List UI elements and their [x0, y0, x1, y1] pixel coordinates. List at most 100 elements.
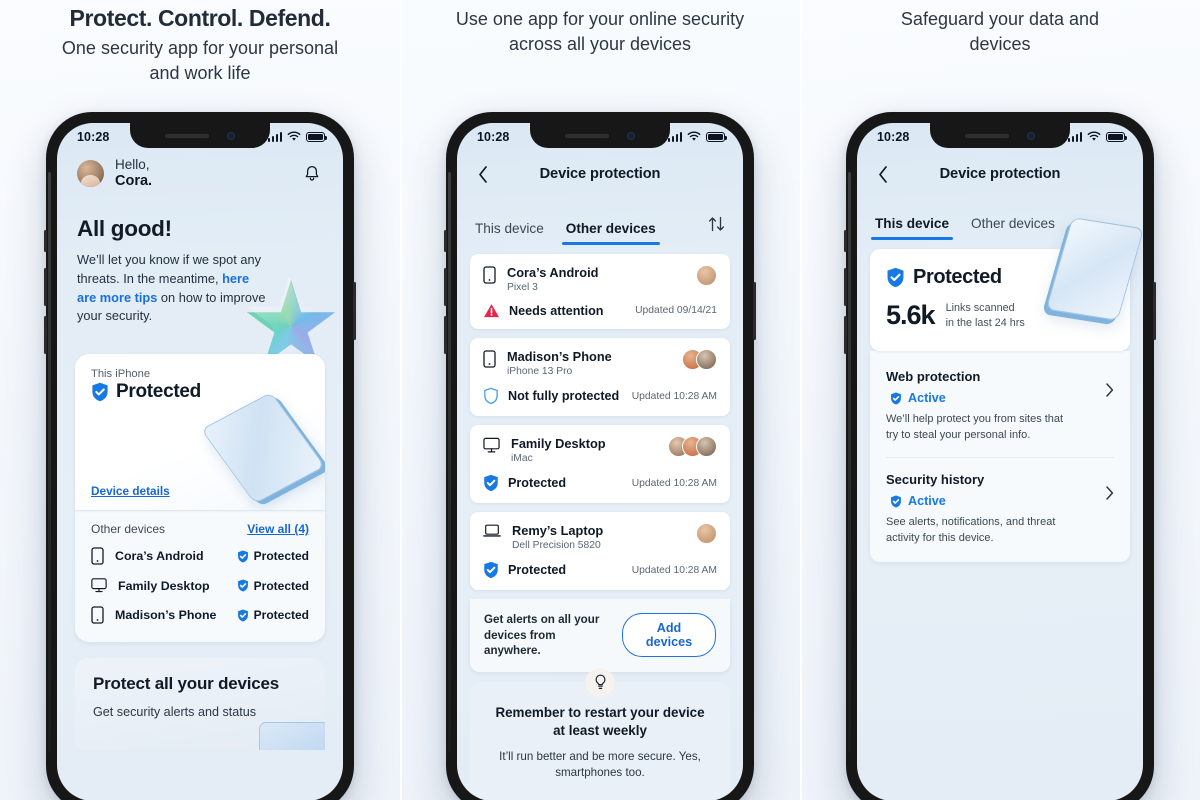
back-button[interactable] — [873, 164, 893, 184]
volume-down-button[interactable] — [844, 316, 847, 354]
phone-3-frame: 10:28 Device protection This device Othe… — [844, 112, 1156, 800]
tip-title: Remember to restart your device at least… — [495, 705, 705, 739]
chevron-right-icon — [1106, 486, 1114, 500]
shield-check-icon — [887, 267, 904, 288]
promo-title: Protect all your devices — [93, 674, 280, 694]
notification-bell-button[interactable] — [301, 162, 323, 186]
list-item[interactable]: Cora’s Android Protected — [91, 541, 309, 571]
desktop-icon — [91, 578, 107, 593]
phone-1: 10:28 Hello, Cora. All good! We’ll let y… — [44, 112, 356, 800]
bell-icon — [305, 165, 319, 181]
avatar — [696, 436, 717, 457]
status-bar-icons — [267, 131, 328, 142]
status-badge: Protected — [237, 549, 309, 563]
panel-1: Protect. Control. Defend. One security a… — [0, 0, 400, 800]
phone-illustration — [1045, 217, 1143, 321]
tab-other-devices[interactable]: Other devices — [561, 221, 660, 245]
status-badge-label: Protected — [253, 549, 309, 564]
device-details-link[interactable]: Device details — [91, 484, 170, 498]
section-chevron[interactable] — [1106, 383, 1114, 402]
panel-2-subheading: Use one app for your online security acr… — [455, 9, 745, 55]
nav-bar: Device protection — [857, 148, 1143, 184]
silent-switch[interactable] — [44, 230, 47, 252]
section-web-protection[interactable]: Web protection Active We’ll help protect… — [886, 355, 1114, 443]
device-model: iPhone 13 Pro — [507, 366, 573, 377]
cellular-signal-icon — [267, 131, 282, 142]
status-badge-label: Protected — [253, 608, 309, 623]
volume-up-button[interactable] — [444, 268, 447, 306]
avatar-group — [696, 265, 717, 286]
section-state-label: Active — [908, 391, 946, 405]
page-title: Device protection — [539, 166, 661, 182]
add-devices-card: Get alerts on all your devices from anyw… — [470, 599, 730, 672]
view-all-link[interactable]: View all (4) — [247, 522, 309, 536]
wifi-icon — [287, 131, 301, 141]
promo-card[interactable]: Protect all your devices Get security al… — [75, 658, 325, 751]
volume-down-button[interactable] — [444, 316, 447, 354]
tab-this-device[interactable]: This device — [475, 221, 544, 245]
section-description: See alerts, notifications, and threat ac… — [886, 516, 1056, 544]
tab-this-device[interactable]: This device — [870, 216, 954, 240]
volume-down-button[interactable] — [44, 316, 47, 354]
table-row[interactable]: Madison’s Phone iPhone 13 Pro Not fully … — [470, 338, 730, 416]
phone-icon — [483, 350, 496, 368]
silent-switch[interactable] — [844, 230, 847, 252]
panel-1-subheading: One security app for your personal and w… — [61, 37, 339, 83]
avatar-group — [668, 436, 717, 457]
list-item[interactable]: Family Desktop Protected — [91, 571, 309, 600]
chevron-left-icon — [479, 165, 487, 183]
panel-3: Safeguard your data and devices 10:28 De… — [800, 0, 1200, 800]
volume-up-button[interactable] — [844, 268, 847, 306]
lightbulb-icon — [595, 674, 605, 690]
status-bar-icons — [1067, 131, 1128, 142]
power-button[interactable] — [353, 282, 356, 340]
silent-switch[interactable] — [444, 230, 447, 252]
panel-3-header: Safeguard your data and devices — [800, 0, 1200, 57]
battery-icon — [706, 131, 728, 142]
this-device-status: Protected — [116, 381, 201, 403]
back-button[interactable] — [473, 164, 493, 184]
volume-up-button[interactable] — [44, 268, 47, 306]
avatar[interactable] — [77, 160, 104, 188]
device-row-text: Remy’s Laptop Dell Precision 5820 — [512, 523, 603, 551]
device-model: iMac — [511, 453, 533, 464]
this-device-card[interactable]: This iPhone Protected Device details — [75, 354, 325, 511]
phone-3-screen: 10:28 Device protection This device Othe… — [857, 123, 1143, 800]
shield-check-icon — [484, 561, 498, 579]
section-chevron[interactable] — [1106, 486, 1114, 505]
alert-triangle-icon — [484, 304, 499, 318]
status-bar-time: 10:28 — [77, 129, 110, 144]
table-row[interactable]: Family Desktop iMac Protected Updated 10… — [470, 425, 730, 503]
cellular-signal-icon — [667, 131, 682, 142]
add-devices-button[interactable]: Add devices — [622, 613, 716, 658]
list-item[interactable]: Madison’s Phone Protected — [91, 600, 309, 630]
power-button[interactable] — [753, 282, 756, 340]
status-badge-label: Needs attention — [509, 303, 604, 318]
phone-2-frame: 10:28 Device protection This device Othe… — [444, 112, 756, 800]
section-state: Active — [886, 494, 1114, 508]
updated-timestamp: Updated 09/14/21 — [635, 305, 717, 316]
status-bar: 10:28 — [57, 123, 343, 148]
status-bar: 10:28 — [857, 123, 1143, 148]
panel-2-header: Use one app for your online security acr… — [400, 0, 800, 57]
lightbulb-badge — [585, 668, 615, 698]
page-title: Device protection — [939, 166, 1061, 182]
tab-other-devices[interactable]: Other devices — [971, 216, 1055, 240]
nav-bar: Device protection — [457, 148, 743, 184]
tab-bar: This device Other devices — [457, 184, 743, 245]
device-row-text: Madison’s Phone iPhone 13 Pro — [507, 349, 612, 377]
power-button[interactable] — [1153, 282, 1156, 340]
protected-status-label: Protected — [913, 266, 1002, 288]
sort-button[interactable] — [708, 216, 725, 245]
section-security-history[interactable]: Security history Active See alerts, noti… — [886, 457, 1114, 546]
device-name: Family Desktop — [511, 436, 606, 451]
chevron-right-icon — [1106, 383, 1114, 397]
status-bar-time: 10:28 — [877, 129, 910, 144]
device-row-status: Not fully protected Updated 10:28 AM — [483, 387, 717, 405]
table-row[interactable]: Remy’s Laptop Dell Precision 5820 Protec… — [470, 512, 730, 590]
table-row[interactable]: Cora’s Android Pixel 3 Needs attention U… — [470, 254, 730, 329]
laptop-icon — [483, 524, 501, 537]
device-row-text: Family Desktop iMac — [511, 436, 606, 464]
section-title: Security history — [886, 472, 985, 488]
device-name: Cora’s Android — [507, 265, 599, 280]
